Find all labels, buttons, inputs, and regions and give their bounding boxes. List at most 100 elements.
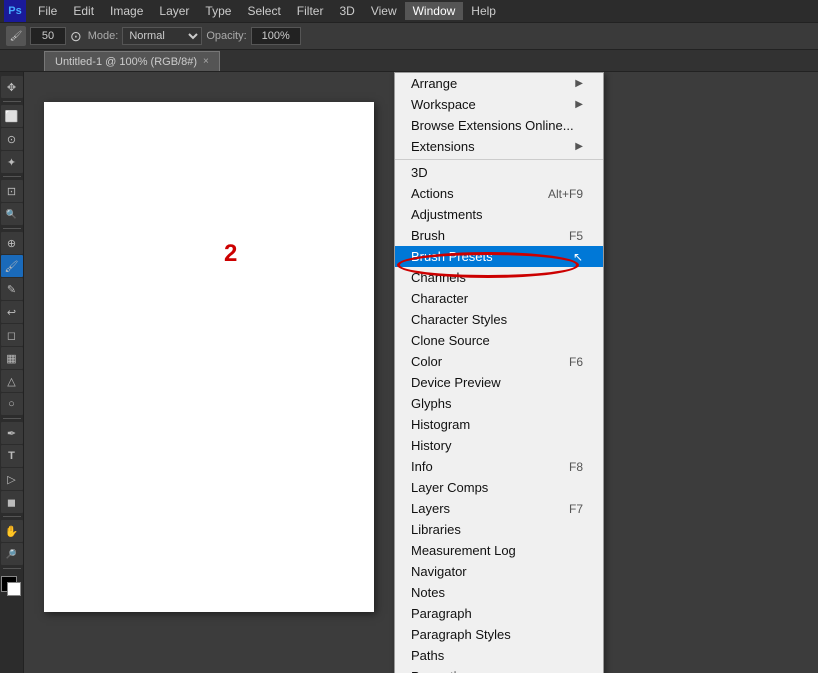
menu-item-glyphs[interactable]: Glyphs (395, 393, 603, 414)
tool-shape[interactable]: ◼ (1, 491, 23, 513)
color-box-container (1, 576, 23, 604)
tool-eraser[interactable]: ◻ (1, 324, 23, 346)
menu-item-libraries-label: Libraries (411, 522, 461, 537)
menu-item-info-label: Info (411, 459, 433, 474)
menu-item-notes[interactable]: Notes (395, 582, 603, 603)
menu-item-clone-source-label: Clone Source (411, 333, 490, 348)
document-tab[interactable]: Untitled-1 @ 100% (RGB/8#) × (44, 51, 220, 71)
tool-separator-1 (3, 101, 21, 102)
menu-item-extensions[interactable]: Extensions ▶ (395, 136, 603, 157)
menu-item-brush[interactable]: Brush F5 (395, 225, 603, 246)
menu-item-actions-label: Actions (411, 186, 454, 201)
tool-pen[interactable]: ✒ (1, 422, 23, 444)
size-icon: ⊙ (70, 28, 82, 45)
color-shortcut: F6 (569, 355, 583, 369)
menu-item-3d-label: 3D (411, 165, 428, 180)
menu-item-paragraph[interactable]: Paragraph (395, 603, 603, 624)
tool-hand[interactable]: ✋ (1, 520, 23, 542)
menu-item-channels[interactable]: Channels (395, 267, 603, 288)
background-color[interactable] (7, 582, 21, 596)
tool-separator-5 (3, 516, 21, 517)
menu-select[interactable]: Select (239, 2, 288, 20)
menu-image[interactable]: Image (102, 2, 151, 20)
tool-move[interactable]: ✥ (1, 76, 23, 98)
brush-shortcut: F5 (569, 229, 583, 243)
tool-separator-4 (3, 418, 21, 419)
menu-filter[interactable]: Filter (289, 2, 332, 20)
tool-eyedropper[interactable]: 🔍 (1, 203, 23, 225)
menu-item-actions[interactable]: Actions Alt+F9 (395, 183, 603, 204)
tool-icon: 🖌 (6, 26, 26, 46)
menu-item-navigator[interactable]: Navigator (395, 561, 603, 582)
tool-separator-6 (3, 568, 21, 569)
mode-select[interactable]: Normal (122, 27, 202, 45)
menu-window[interactable]: Window (405, 2, 464, 20)
mode-label: Mode: (88, 30, 119, 42)
tool-blur[interactable]: △ (1, 370, 23, 392)
menu-item-libraries[interactable]: Libraries (395, 519, 603, 540)
divider-1 (395, 159, 603, 160)
menu-item-extensions-label: Extensions (411, 139, 475, 154)
menu-item-browse-ext[interactable]: Browse Extensions Online... (395, 115, 603, 136)
menu-item-properties[interactable]: Properties (395, 666, 603, 673)
menu-item-device-preview-label: Device Preview (411, 375, 501, 390)
menu-item-3d[interactable]: 3D (395, 162, 603, 183)
menu-item-brush-label: Brush (411, 228, 445, 243)
menu-item-clone-source[interactable]: Clone Source (395, 330, 603, 351)
menu-view[interactable]: View (363, 2, 405, 20)
tool-magic-wand[interactable]: ✦ (1, 151, 23, 173)
menu-item-glyphs-label: Glyphs (411, 396, 451, 411)
ps-logo: Ps (4, 0, 26, 22)
menu-item-browse-ext-label: Browse Extensions Online... (411, 118, 574, 133)
menu-item-histogram[interactable]: Histogram (395, 414, 603, 435)
menu-bar: Ps File Edit Image Layer Type Select Fil… (0, 0, 818, 22)
menu-type[interactable]: Type (197, 2, 239, 20)
menu-item-character-label: Character (411, 291, 468, 306)
tool-zoom[interactable]: 🔎 (1, 543, 23, 565)
menu-item-color[interactable]: Color F6 (395, 351, 603, 372)
menu-item-paths[interactable]: Paths (395, 645, 603, 666)
menu-item-layer-comps[interactable]: Layer Comps (395, 477, 603, 498)
opacity-input[interactable] (251, 27, 301, 45)
canvas-document (44, 102, 374, 612)
menu-3d[interactable]: 3D (331, 2, 362, 20)
tool-gradient[interactable]: ▦ (1, 347, 23, 369)
menu-item-layers-label: Layers (411, 501, 450, 516)
layers-shortcut: F7 (569, 502, 583, 516)
close-tab-icon[interactable]: × (203, 56, 209, 67)
tool-brush[interactable]: 🖌 (1, 255, 23, 277)
tool-dodge[interactable]: ○ (1, 393, 23, 415)
tool-path-select[interactable]: ▷ (1, 468, 23, 490)
menu-item-arrange[interactable]: Arrange ▶ (395, 73, 603, 94)
menu-item-device-preview[interactable]: Device Preview (395, 372, 603, 393)
step-label: 2 (224, 240, 237, 268)
menu-item-measurement-log[interactable]: Measurement Log (395, 540, 603, 561)
menu-item-info[interactable]: Info F8 (395, 456, 603, 477)
tool-lasso[interactable]: ⊙ (1, 128, 23, 150)
menu-item-properties-label: Properties (411, 669, 470, 673)
menu-item-channels-label: Channels (411, 270, 466, 285)
tool-healing[interactable]: ⊕ (1, 232, 23, 254)
menu-item-adjustments[interactable]: Adjustments (395, 204, 603, 225)
menu-item-history[interactable]: History (395, 435, 603, 456)
tool-crop[interactable]: ⊡ (1, 180, 23, 202)
menu-edit[interactable]: Edit (65, 2, 102, 20)
menu-item-layers[interactable]: Layers F7 (395, 498, 603, 519)
menu-help[interactable]: Help (463, 2, 504, 20)
menu-item-navigator-label: Navigator (411, 564, 467, 579)
menu-item-arrange-label: Arrange (411, 76, 457, 91)
tool-marquee[interactable]: ⬜ (1, 105, 23, 127)
menu-item-brush-presets[interactable]: Brush Presets ↖ (395, 246, 603, 267)
main-area: ✥ ⬜ ⊙ ✦ ⊡ 🔍 ⊕ 🖌 ✎ ↩ ◻ ▦ △ ○ ✒ T ▷ ◼ ✋ 🔎 … (0, 72, 818, 673)
menu-item-character-styles[interactable]: Character Styles (395, 309, 603, 330)
tool-clone[interactable]: ✎ (1, 278, 23, 300)
brush-size-input[interactable] (30, 27, 66, 45)
tool-type[interactable]: T (1, 445, 23, 467)
menu-item-paragraph-styles[interactable]: Paragraph Styles (395, 624, 603, 645)
menu-item-workspace[interactable]: Workspace ▶ (395, 94, 603, 115)
menu-layer[interactable]: Layer (151, 2, 197, 20)
menu-file[interactable]: File (30, 2, 65, 20)
menu-item-color-label: Color (411, 354, 442, 369)
tool-history-brush[interactable]: ↩ (1, 301, 23, 323)
menu-item-character[interactable]: Character (395, 288, 603, 309)
